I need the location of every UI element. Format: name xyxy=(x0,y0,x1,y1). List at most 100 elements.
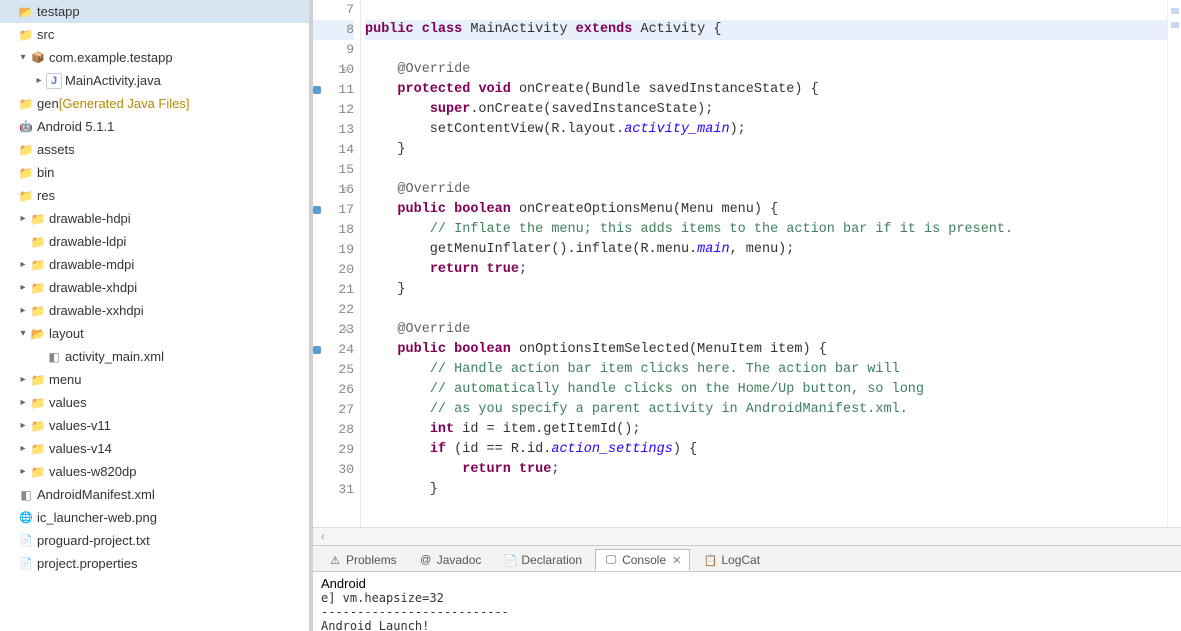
twisty-icon[interactable]: ▸ xyxy=(32,75,46,86)
tree-item-values[interactable]: ▸values xyxy=(0,391,309,414)
tree-item-values-v14[interactable]: ▸values-v14 xyxy=(0,437,309,460)
line-number[interactable]: 27 xyxy=(313,400,354,420)
code-line[interactable]: public class MainActivity extends Activi… xyxy=(365,20,1167,40)
twisty-icon[interactable]: ▸ xyxy=(16,213,30,224)
tree-item-drawable-ldpi[interactable]: drawable-ldpi xyxy=(0,230,309,253)
twisty-icon[interactable]: ▾ xyxy=(16,328,30,339)
code-line[interactable]: @Override xyxy=(365,180,1167,200)
tree-item-drawable-xxhdpi[interactable]: ▸drawable-xxhdpi xyxy=(0,299,309,322)
line-number-gutter[interactable]: 78910⊖111213141516⊖17181920212223⊖242526… xyxy=(313,0,361,527)
horizontal-scrollbar[interactable]: ‹ xyxy=(313,527,1181,545)
tab-logcat[interactable]: 📋LogCat xyxy=(694,549,769,571)
twisty-icon[interactable]: ▸ xyxy=(16,282,30,293)
line-number[interactable]: 11 xyxy=(313,80,354,100)
line-number[interactable]: 20 xyxy=(313,260,354,280)
twisty-icon[interactable]: ▸ xyxy=(16,443,30,454)
code-line[interactable]: public boolean onOptionsItemSelected(Men… xyxy=(365,340,1167,360)
code-line[interactable]: } xyxy=(365,280,1167,300)
code-line[interactable]: // Handle action bar item clicks here. T… xyxy=(365,360,1167,380)
tree-item-androidmanifest-xml[interactable]: AndroidManifest.xml xyxy=(0,483,309,506)
fold-icon[interactable]: ⊖ xyxy=(343,320,348,340)
code-line[interactable]: int id = item.getItemId(); xyxy=(365,420,1167,440)
line-number[interactable]: 30 xyxy=(313,460,354,480)
tree-item-drawable-xhdpi[interactable]: ▸drawable-xhdpi xyxy=(0,276,309,299)
line-number[interactable]: 29 xyxy=(313,440,354,460)
code-line[interactable]: if (id == R.id.action_settings) { xyxy=(365,440,1167,460)
code-line[interactable]: // as you specify a parent activity in A… xyxy=(365,400,1167,420)
line-number[interactable]: 17 xyxy=(313,200,354,220)
line-number[interactable]: 18 xyxy=(313,220,354,240)
code-line[interactable] xyxy=(365,300,1167,320)
line-number[interactable]: 7 xyxy=(313,0,354,20)
line-number[interactable]: 19 xyxy=(313,240,354,260)
tree-item-bin[interactable]: bin xyxy=(0,161,309,184)
line-number[interactable]: 24 xyxy=(313,340,354,360)
tree-item-ic-launcher-web-png[interactable]: ic_launcher-web.png xyxy=(0,506,309,529)
line-number[interactable]: 31 xyxy=(313,480,354,500)
twisty-icon[interactable]: ▾ xyxy=(16,52,30,63)
line-number[interactable]: 21 xyxy=(313,280,354,300)
tree-item-project-properties[interactable]: project.properties xyxy=(0,552,309,575)
code-line[interactable]: @Override xyxy=(365,60,1167,80)
project-root[interactable]: testapp xyxy=(0,0,309,23)
code-content[interactable]: public class MainActivity extends Activi… xyxy=(361,0,1167,527)
tree-item-drawable-mdpi[interactable]: ▸drawable-mdpi xyxy=(0,253,309,276)
line-number[interactable]: 10⊖ xyxy=(313,60,354,80)
scroll-left-icon[interactable]: ‹ xyxy=(321,531,325,543)
code-line[interactable]: super.onCreate(savedInstanceState); xyxy=(365,100,1167,120)
project-explorer[interactable]: testapp src▾com.example.testapp▸MainActi… xyxy=(0,0,310,631)
line-number[interactable]: 14 xyxy=(313,140,354,160)
twisty-icon[interactable]: ▸ xyxy=(16,420,30,431)
line-number[interactable]: 25 xyxy=(313,360,354,380)
fold-icon[interactable]: ⊖ xyxy=(343,180,348,200)
code-editor[interactable]: 78910⊖111213141516⊖17181920212223⊖242526… xyxy=(313,0,1181,527)
tree-item-activity-main-xml[interactable]: activity_main.xml xyxy=(0,345,309,368)
tree-item-layout[interactable]: ▾layout xyxy=(0,322,309,345)
line-number[interactable]: 26 xyxy=(313,380,354,400)
code-line[interactable]: } xyxy=(365,140,1167,160)
close-icon[interactable]: ✕ xyxy=(670,554,681,567)
code-line[interactable]: public boolean onCreateOptionsMenu(Menu … xyxy=(365,200,1167,220)
override-marker-icon[interactable] xyxy=(313,206,321,214)
code-line[interactable]: // automatically handle clicks on the Ho… xyxy=(365,380,1167,400)
override-marker-icon[interactable] xyxy=(313,86,321,94)
twisty-icon[interactable]: ▸ xyxy=(16,305,30,316)
code-line[interactable]: // Inflate the menu; this adds items to … xyxy=(365,220,1167,240)
tree-item-values-v11[interactable]: ▸values-v11 xyxy=(0,414,309,437)
code-line[interactable]: getMenuInflater().inflate(R.menu.main, m… xyxy=(365,240,1167,260)
line-number[interactable]: 9 xyxy=(313,40,354,60)
code-line[interactable]: return true; xyxy=(365,460,1167,480)
line-number[interactable]: 12 xyxy=(313,100,354,120)
tree-item-android-5-1-1[interactable]: Android 5.1.1 xyxy=(0,115,309,138)
twisty-icon[interactable]: ▸ xyxy=(16,374,30,385)
tree-item-mainactivity-java[interactable]: ▸MainActivity.java xyxy=(0,69,309,92)
overview-ruler[interactable] xyxy=(1167,0,1181,527)
code-line[interactable]: setContentView(R.layout.activity_main); xyxy=(365,120,1167,140)
tab-console[interactable]: 🖵Console✕ xyxy=(595,549,690,571)
tree-item-src[interactable]: src xyxy=(0,23,309,46)
code-line[interactable] xyxy=(365,160,1167,180)
twisty-icon[interactable]: ▸ xyxy=(16,466,30,477)
twisty-icon[interactable]: ▸ xyxy=(16,397,30,408)
line-number[interactable]: 16⊖ xyxy=(313,180,354,200)
tree-item-gen[interactable]: gen [Generated Java Files] xyxy=(0,92,309,115)
bottom-tabs[interactable]: ⚠Problems@Javadoc📄Declaration🖵Console✕📋L… xyxy=(313,545,1181,571)
twisty-icon[interactable]: ▸ xyxy=(16,259,30,270)
line-number[interactable]: 13 xyxy=(313,120,354,140)
line-number[interactable]: 8 xyxy=(313,20,354,40)
code-line[interactable] xyxy=(365,40,1167,60)
tree-item-com-example-testapp[interactable]: ▾com.example.testapp xyxy=(0,46,309,69)
tree-item-res[interactable]: res xyxy=(0,184,309,207)
code-line[interactable] xyxy=(365,0,1167,20)
line-number[interactable]: 15 xyxy=(313,160,354,180)
tree-item-drawable-hdpi[interactable]: ▸drawable-hdpi xyxy=(0,207,309,230)
code-line[interactable]: return true; xyxy=(365,260,1167,280)
tree-item-menu[interactable]: ▸menu xyxy=(0,368,309,391)
tree-item-values-w820dp[interactable]: ▸values-w820dp xyxy=(0,460,309,483)
tab-javadoc[interactable]: @Javadoc xyxy=(410,549,491,571)
override-marker-icon[interactable] xyxy=(313,346,321,354)
line-number[interactable]: 22 xyxy=(313,300,354,320)
code-line[interactable]: } xyxy=(365,480,1167,500)
tree-item-assets[interactable]: assets xyxy=(0,138,309,161)
tab-problems[interactable]: ⚠Problems xyxy=(319,549,406,571)
